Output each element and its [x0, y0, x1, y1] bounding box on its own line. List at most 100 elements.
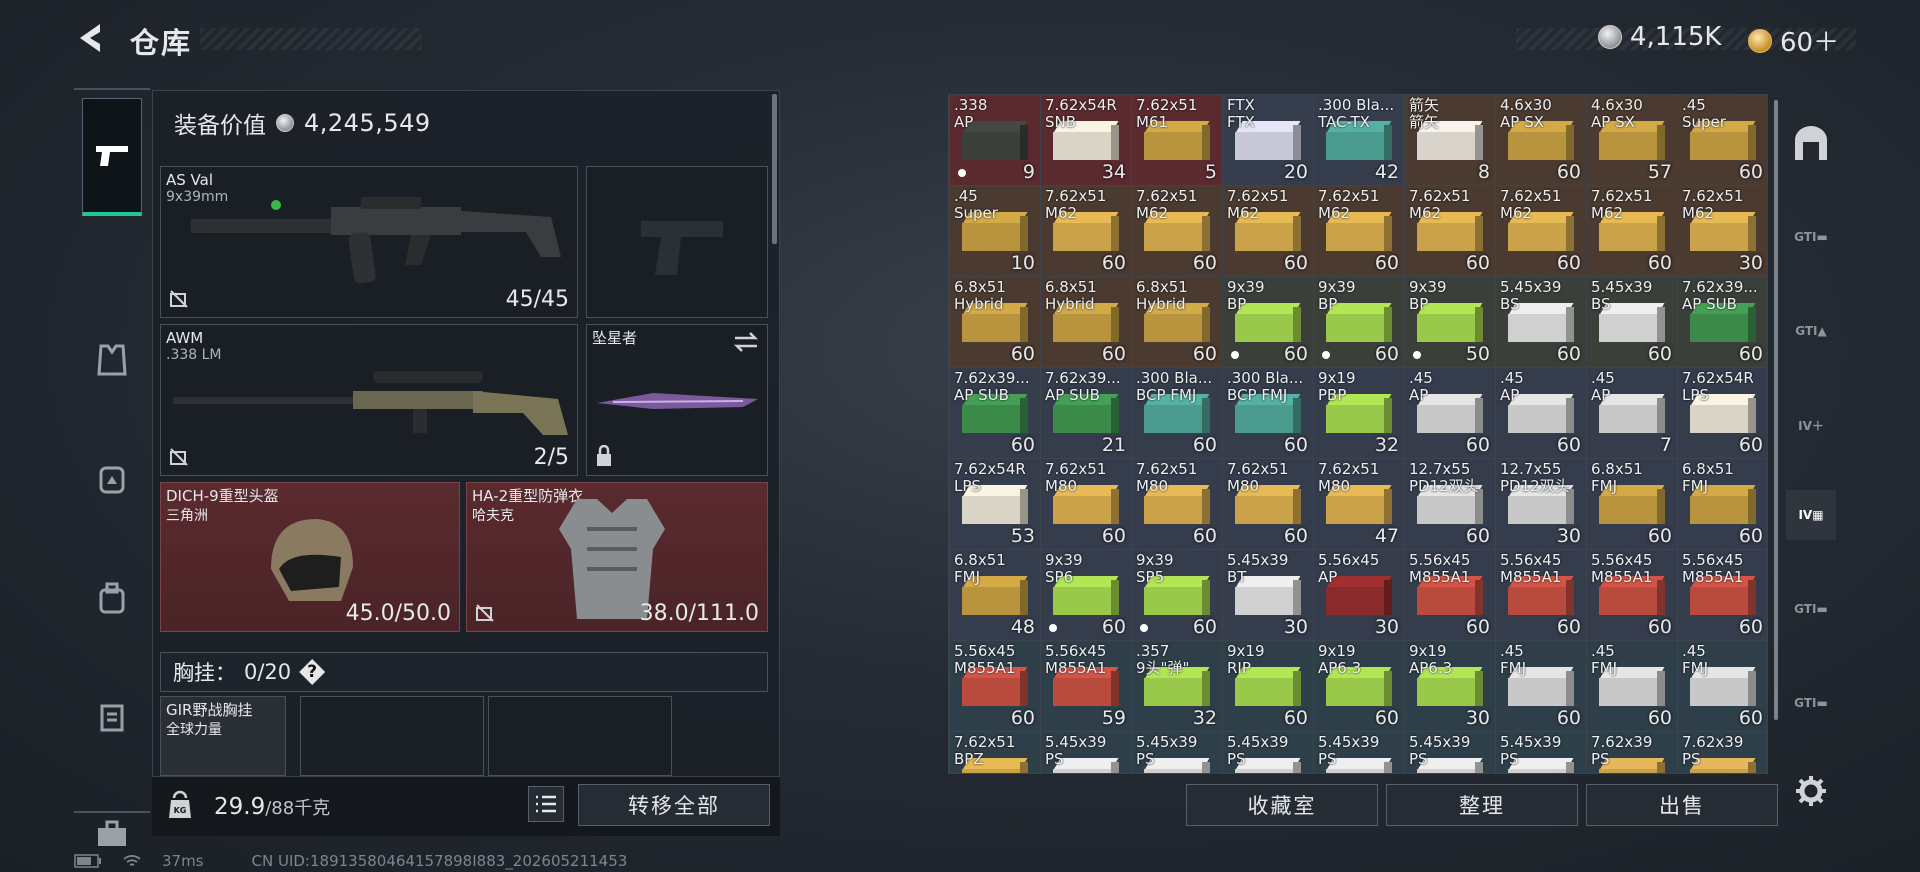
inventory-item[interactable]: 5.45x39 PS [1223, 732, 1313, 773]
inventory-item[interactable]: .45 FMJ 60 [1678, 641, 1767, 731]
nav-armor[interactable] [82, 330, 142, 390]
inventory-item[interactable]: FTX FTX 20 [1223, 95, 1313, 185]
nav-bag[interactable] [82, 568, 142, 628]
list-view-button[interactable] [528, 786, 564, 822]
inventory-item[interactable]: 5.45x39 PS [1314, 732, 1404, 773]
inventory-item[interactable]: .45 Super 60 [1678, 95, 1767, 185]
inventory-item[interactable]: 7.62x51 M62 60 [1496, 186, 1586, 276]
inventory-item[interactable]: 7.62x39 PS [1587, 732, 1677, 773]
inventory-item[interactable]: 4.6x30 AP SX 60 [1496, 95, 1586, 185]
inventory-item[interactable]: 7.62x51 M62 60 [1223, 186, 1313, 276]
inventory-item[interactable]: 5.45x39 PS [1405, 732, 1495, 773]
secondary-weapon-slot[interactable]: AWM .338 LM 2/5 [160, 324, 578, 476]
inventory-item[interactable]: 5.45x39 PS [1496, 732, 1586, 773]
inventory-item[interactable]: .357 9头"弹" 32 [1132, 641, 1222, 731]
back-button[interactable] [72, 18, 112, 58]
inventory-item[interactable]: 7.62x54R LPS 60 [1678, 368, 1767, 458]
inventory-item[interactable]: .45 AP 60 [1405, 368, 1495, 458]
inventory-item[interactable]: 9x39 BP 60 [1223, 277, 1313, 367]
inventory-item[interactable]: 12.7x55 PD12双头 30 [1496, 459, 1586, 549]
melee-slot[interactable]: 坠星者 [586, 324, 768, 476]
pistol-slot[interactable] [586, 166, 768, 318]
tab-stash-6[interactable]: GTI▬ [1786, 678, 1836, 728]
tab-stash-4-active[interactable]: IV▦ [1786, 490, 1836, 540]
sell-button[interactable]: 出售 [1586, 784, 1778, 826]
inventory-item[interactable]: 5.45x39 BT 30 [1223, 550, 1313, 640]
rig-pocket-slot[interactable] [300, 696, 484, 776]
inventory-item[interactable]: 9x19 PBP 32 [1314, 368, 1404, 458]
collection-room-button[interactable]: 收藏室 [1186, 784, 1378, 826]
inventory-item[interactable]: 7.62x39 PS [1678, 732, 1767, 773]
inventory-item[interactable]: 7.62x51 M80 60 [1223, 459, 1313, 549]
inventory-item[interactable]: 5.45x39 PS [1041, 732, 1131, 773]
tab-stash-1[interactable]: GTI▬ [1786, 212, 1836, 262]
inventory-item[interactable]: 6.8x51 Hybrid 60 [1041, 277, 1131, 367]
inventory-item[interactable]: 5.45x39 BS 60 [1496, 277, 1586, 367]
inventory-item[interactable]: 6.8x51 FMJ 48 [950, 550, 1040, 640]
inventory-item[interactable]: 9x19 RIP 60 [1223, 641, 1313, 731]
nav-weapons[interactable] [82, 98, 142, 216]
inventory-item[interactable]: .45 AP 7 [1587, 368, 1677, 458]
inventory-item[interactable]: 5.56x45 M855A1 60 [950, 641, 1040, 731]
swap-icon[interactable] [733, 331, 759, 353]
inventory-item[interactable]: 5.56x45 M855A1 60 [1678, 550, 1767, 640]
nav-container[interactable] [82, 686, 142, 746]
inventory-item[interactable]: .300 Bla... BCP FMJ 60 [1223, 368, 1313, 458]
inventory-item[interactable]: .45 FMJ 60 [1587, 641, 1677, 731]
chest-rig-slot[interactable]: GIR野战胸挂 全球力量 [160, 696, 286, 776]
inventory-item[interactable]: 5.56x45 M855A1 59 [1041, 641, 1131, 731]
inventory-item[interactable]: 6.8x51 FMJ 60 [1587, 459, 1677, 549]
inventory-item[interactable]: 7.62x51 BPZ [950, 732, 1040, 773]
tab-stash-2[interactable]: GTI▲ [1786, 306, 1836, 356]
inventory-item[interactable]: 7.62x51 M61 5 [1132, 95, 1222, 185]
inventory-item[interactable]: 箭矢 箭矢 8 [1405, 95, 1495, 185]
inventory-item[interactable]: 7.62x51 M62 30 [1678, 186, 1767, 276]
inventory-item[interactable]: .300 Bla... BCP FMJ 60 [1132, 368, 1222, 458]
inventory-item[interactable]: 6.8x51 Hybrid 60 [1132, 277, 1222, 367]
inventory-item[interactable]: .45 Super 10 [950, 186, 1040, 276]
inventory-item[interactable]: 7.62x51 M62 60 [1132, 186, 1222, 276]
stash-scrollbar[interactable] [1774, 100, 1778, 720]
inventory-item[interactable]: 9x39 BP 50 [1405, 277, 1495, 367]
inventory-item[interactable]: 12.7x55 PD12双头 60 [1405, 459, 1495, 549]
transfer-all-button[interactable]: 转移全部 [578, 784, 770, 826]
inventory-item[interactable]: 6.8x51 FMJ 60 [1678, 459, 1767, 549]
inventory-item[interactable]: 7.62x54R SNB 34 [1041, 95, 1131, 185]
inventory-item[interactable]: 9x19 AP6.3 60 [1314, 641, 1404, 731]
inventory-item[interactable]: .300 Bla... TAC-TX 42 [1314, 95, 1404, 185]
tab-stash-3[interactable]: IV＋ [1786, 400, 1836, 450]
tab-all-stash[interactable] [1786, 118, 1836, 168]
inventory-item[interactable]: 7.62x51 M62 60 [1041, 186, 1131, 276]
inventory-item[interactable]: .338 AP 9 [950, 95, 1040, 185]
inventory-item[interactable]: 9x39 SP5 60 [1132, 550, 1222, 640]
armor-slot[interactable]: HA-2重型防弹衣 哈夫克 38.0/111.0 [466, 482, 768, 632]
inventory-item[interactable]: 5.45x39 BS 60 [1587, 277, 1677, 367]
rig-pocket-slot[interactable] [488, 696, 672, 776]
silver-currency[interactable]: 4,115K [1598, 22, 1721, 52]
tab-stash-5[interactable]: GTI▬ [1786, 584, 1836, 634]
inventory-item[interactable]: 7.62x51 M80 47 [1314, 459, 1404, 549]
inventory-item[interactable]: 6.8x51 Hybrid 60 [950, 277, 1040, 367]
gold-currency[interactable]: 60＋ [1748, 22, 1839, 59]
settings-button[interactable] [1786, 766, 1836, 816]
inventory-item[interactable]: 5.56x45 M855A1 60 [1496, 550, 1586, 640]
nav-backpack[interactable] [82, 448, 142, 508]
inventory-item[interactable]: 7.62x51 M62 60 [1587, 186, 1677, 276]
inventory-item[interactable]: 5.45x39 PS [1132, 732, 1222, 773]
inventory-item[interactable]: 5.56x45 M855A1 60 [1405, 550, 1495, 640]
primary-weapon-slot[interactable]: AS Val 9x39mm 45/45 [160, 166, 578, 318]
help-icon[interactable]: ? [299, 659, 326, 685]
inventory-item[interactable]: 5.56x45 M855A1 60 [1587, 550, 1677, 640]
inventory-item[interactable]: 4.6x30 AP SX 57 [1587, 95, 1677, 185]
inventory-item[interactable]: 7.62x39... AP SUB 60 [1678, 277, 1767, 367]
inventory-item[interactable]: 7.62x39... AP SUB 60 [950, 368, 1040, 458]
helmet-slot[interactable]: DICH-9重型头盔 三角洲 45.0/50.0 [160, 482, 460, 632]
sort-button[interactable]: 整理 [1386, 784, 1578, 826]
inventory-item[interactable]: 7.62x51 M80 60 [1041, 459, 1131, 549]
inventory-item[interactable]: 9x39 BP 60 [1314, 277, 1404, 367]
inventory-item[interactable]: .45 AP 60 [1496, 368, 1586, 458]
inventory-item[interactable]: 7.62x51 M62 60 [1314, 186, 1404, 276]
inventory-item[interactable]: .45 FMJ 60 [1496, 641, 1586, 731]
inventory-item[interactable]: 9x39 SP6 60 [1041, 550, 1131, 640]
loadout-scrollbar[interactable] [772, 94, 777, 244]
